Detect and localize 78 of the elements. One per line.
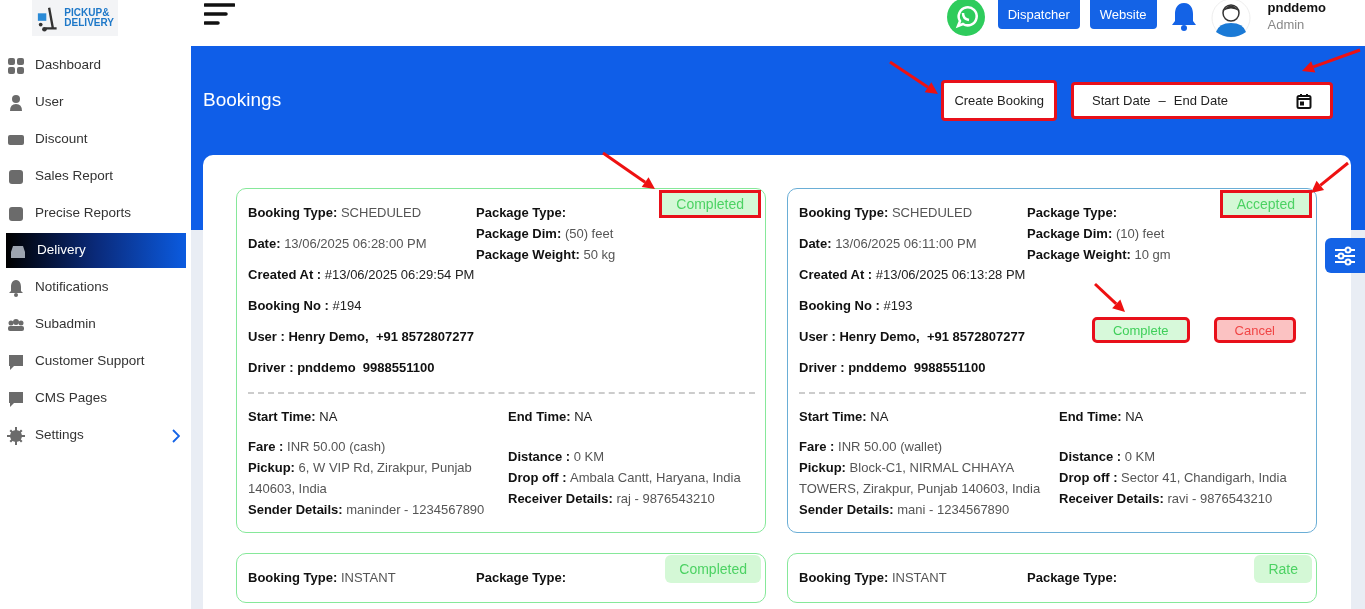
field-text: Sender Details: mani - 1234567890 [799,501,1011,519]
sidebar-item[interactable]: Dashboard [6,47,186,84]
field-text: Booking Type: INSTANT [799,569,948,587]
field-text: Date: 13/06/2025 06:28:00 PM [248,235,428,253]
field-text: Receiver Details: ravi - 9876543210 [1059,490,1274,508]
sidebar-item[interactable]: Customer Support [6,343,186,380]
status-badge: Accepted [1219,190,1312,218]
field-text: Receiver Details: raj - 9876543210 [508,490,716,508]
field-text: Drop off : Ambala Cantt, Haryana, India [508,469,742,487]
field-text: Package Type: [476,204,567,222]
field-text: Package Type: [1027,569,1118,587]
annotation-arrow [1093,282,1125,312]
filter-icon [1334,245,1356,266]
annotation-arrow [602,151,655,189]
field-text: Booking Type: SCHEDULED [799,204,974,222]
page-title: Bookings [203,88,282,113]
speech-bubble-icon [7,389,25,408]
calendar-icon[interactable] [1296,92,1312,109]
logo-text: PICKUP& [64,8,111,18]
field-text: Start Time: NA [248,408,339,426]
status-badge: Rate [1254,555,1312,583]
field-text: Package Dim: (50) feet [476,225,614,243]
sidebar-item[interactable]: Precise Reports [6,195,186,232]
field-text: Driver : pnddemo 9988551100 [799,359,987,377]
sidebar-item[interactable]: Delivery [6,233,186,268]
sidebar-item[interactable]: User [6,84,186,121]
field-text: Driver : pnddemo 9988551100 [248,359,436,377]
date-range-field[interactable]: Start Date – End Date [1071,82,1333,119]
sidebar-item[interactable]: Subadmin [6,306,186,343]
header-button[interactable]: Dispatcher [997,0,1080,29]
field-text: Sender Details: maninder - 1234567890 [248,501,486,519]
sidebar-item[interactable]: Settings [6,417,186,454]
annotation-arrow [1302,48,1361,73]
grid-icon [7,56,25,75]
field-text: Booking No : #193 [799,297,914,315]
field-text: User : Henry Demo, +91 8572807277 [799,328,1026,346]
field-text: User : Henry Demo, +91 8572807277 [248,328,475,346]
field-text: Package Dim: (10) feet [1027,225,1165,243]
field-text: Start Time: NA [799,408,890,426]
field-text: Drop off : Sector 41, Chandigarh, India [1059,469,1288,487]
field-text: Distance : 0 KM [1059,448,1157,466]
user-name: pnddemo [1267,0,1326,16]
field-text: Date: 13/06/2025 06:11:00 PM [799,235,978,253]
field-text: Fare : INR 50.00 (wallet) [799,438,944,456]
field-text: Booking Type: INSTANT [248,569,397,587]
field-text: Fare : INR 50.00 (cash) [248,438,387,456]
settings-icon [7,426,25,445]
field-text: Package Type: [476,569,567,587]
filter-button[interactable] [1325,238,1365,273]
field-text: Booking No : #194 [248,297,363,315]
logo-text: DELIVERY [64,18,114,28]
annotation-arrow [1311,161,1349,193]
user-role: Admin [1267,16,1306,33]
menu-icon[interactable] [204,3,235,25]
field-text: Created At : #13/06/2025 06:13:28 PM [799,266,1027,284]
header-button[interactable]: Website [1089,0,1157,29]
sidebar-item[interactable]: Notifications [6,269,186,306]
status-badge: Completed [665,555,761,583]
speech-bubble-icon [7,352,25,371]
field-text: Package Weight: 10 gm [1027,246,1171,264]
person-icon [7,93,25,112]
avatar-icon[interactable] [1210,0,1251,38]
field-text: Package Weight: 50 kg [476,246,616,264]
field-text: Package Type: [1027,204,1118,222]
create-booking-button[interactable]: Create Booking [941,80,1057,121]
field-text: Booking Type: SCHEDULED [248,204,423,222]
bell-icon [7,278,25,297]
sidebar-item[interactable]: Sales Report [6,158,186,195]
notification-bell-icon[interactable] [1169,1,1198,31]
annotation-arrow [889,60,938,94]
field-text: End Time: NA [508,408,594,426]
sidebar-item[interactable]: Discount [6,121,186,158]
status-badge: Completed [659,190,761,218]
field-text: Distance : 0 KM [508,448,606,466]
field-text: Created At : #13/06/2025 06:29:54 PM [248,266,476,284]
sidebar-item[interactable]: CMS Pages [6,380,186,417]
field-text: End Time: NA [1059,408,1145,426]
chevron-right-icon [172,428,180,443]
